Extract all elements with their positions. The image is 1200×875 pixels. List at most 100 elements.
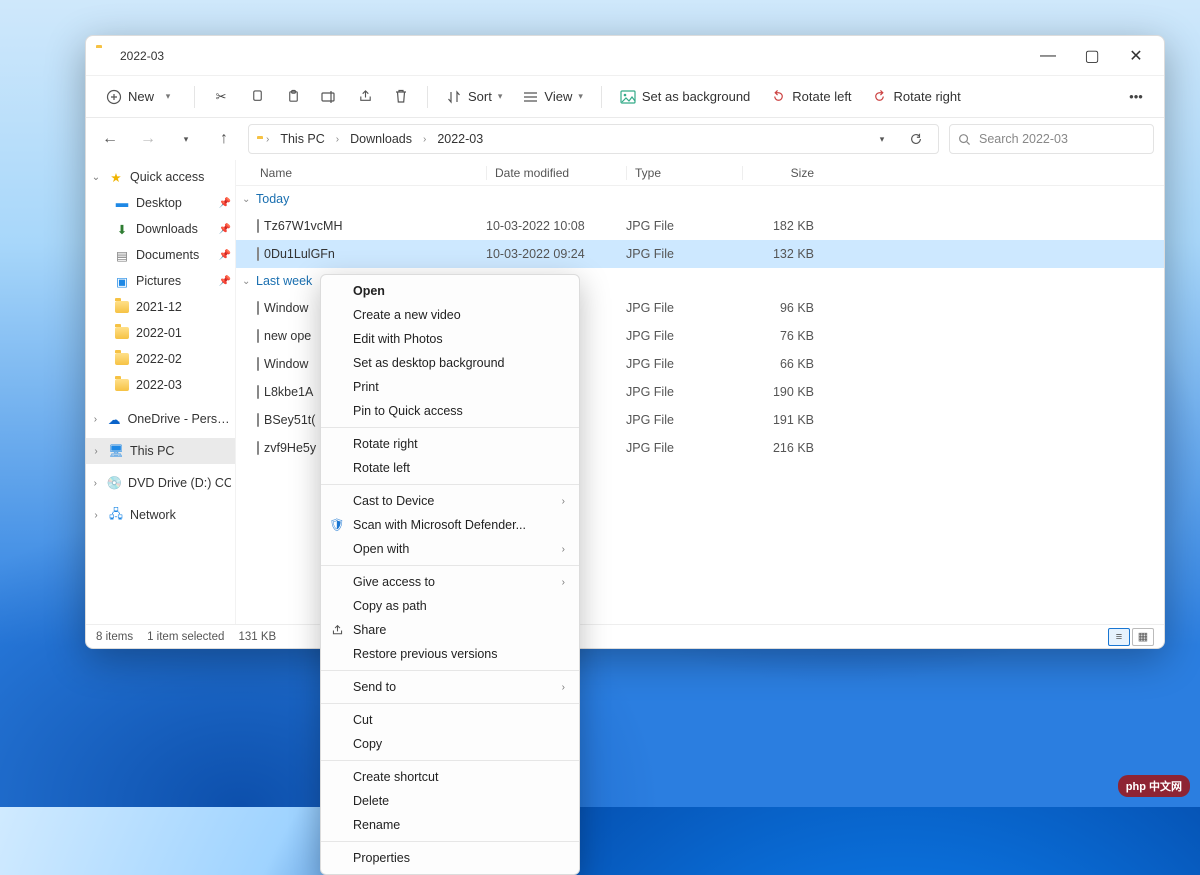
sidebar-folder-2021-12[interactable]: 2021-12 <box>86 294 235 320</box>
forward-button[interactable]: → <box>134 125 162 153</box>
rotate-left-button[interactable]: Rotate left <box>762 85 859 109</box>
share-icon <box>329 622 345 638</box>
ctx-scan-defender[interactable]: 🛡Scan with Microsoft Defender... <box>321 513 579 537</box>
sidebar-this-pc[interactable]: ›🖥This PC <box>86 438 235 464</box>
chevron-right-icon: › <box>420 134 429 145</box>
paste-button[interactable] <box>277 85 309 109</box>
set-background-button[interactable]: Set as background <box>612 85 758 109</box>
col-modified[interactable]: Date modified <box>486 166 626 180</box>
rotate-right-button[interactable]: Rotate right <box>864 85 969 109</box>
sidebar-folder-2022-01[interactable]: 2022-01 <box>86 320 235 346</box>
cloud-icon: ☁ <box>107 411 122 427</box>
ctx-send-to[interactable]: Send to› <box>321 675 579 699</box>
pin-icon: 📌 <box>219 250 231 261</box>
ctx-open-with[interactable]: Open with› <box>321 537 579 561</box>
ctx-give-access[interactable]: Give access to› <box>321 570 579 594</box>
up-button[interactable]: ↑ <box>210 125 238 153</box>
ctx-pin-quick[interactable]: Pin to Quick access <box>321 399 579 423</box>
download-icon: ⬇ <box>114 221 130 237</box>
file-row[interactable]: 0Du1LulGFn10-03-2022 09:24JPG File132 KB <box>236 240 1164 268</box>
share-icon <box>357 89 373 105</box>
cut-button[interactable]: ✂ <box>205 85 237 109</box>
ctx-set-desktop-bg[interactable]: Set as desktop background <box>321 351 579 375</box>
chevron-down-icon: ▾ <box>578 91 583 102</box>
sidebar-desktop[interactable]: ▬Desktop📌 <box>86 190 235 216</box>
chevron-right-icon: › <box>562 577 565 588</box>
folder-icon <box>114 351 130 367</box>
share-button[interactable] <box>349 85 381 109</box>
ctx-create-shortcut[interactable]: Create shortcut <box>321 765 579 789</box>
ctx-share[interactable]: Share <box>321 618 579 642</box>
sidebar-folder-2022-02[interactable]: 2022-02 <box>86 346 235 372</box>
maximize-button[interactable]: ▢ <box>1070 41 1114 71</box>
chevron-down-icon: ▾ <box>160 89 176 105</box>
ctx-print[interactable]: Print <box>321 375 579 399</box>
breadcrumb-thispc[interactable]: This PC <box>278 130 326 148</box>
recent-dropdown[interactable]: ▾ <box>172 125 200 153</box>
titlebar[interactable]: 2022-03 — ▢ ✕ <box>86 36 1164 76</box>
view-button[interactable]: View ▾ <box>514 85 590 109</box>
breadcrumb-downloads[interactable]: Downloads <box>348 130 414 148</box>
chevron-right-icon: › <box>90 446 102 457</box>
copy-icon <box>249 89 265 105</box>
col-name[interactable]: Name <box>236 166 486 180</box>
sidebar-documents[interactable]: ▤Documents📌 <box>86 242 235 268</box>
copy-button[interactable] <box>241 85 273 109</box>
chevron-right-icon: › <box>263 134 272 145</box>
ctx-cast[interactable]: Cast to Device› <box>321 489 579 513</box>
chevron-down-icon: ▾ <box>498 91 503 102</box>
col-type[interactable]: Type <box>626 166 742 180</box>
ctx-cut[interactable]: Cut <box>321 708 579 732</box>
breadcrumb-folder[interactable]: 2022-03 <box>435 130 485 148</box>
address-bar[interactable]: › This PC › Downloads › 2022-03 ▾ <box>248 124 939 154</box>
sort-button[interactable]: Sort ▾ <box>438 85 510 109</box>
nav-row: ← → ▾ ↑ › This PC › Downloads › 2022-03 … <box>86 118 1164 160</box>
folder-icon <box>96 48 112 64</box>
ctx-edit-photos[interactable]: Edit with Photos <box>321 327 579 351</box>
close-button[interactable]: ✕ <box>1114 41 1158 71</box>
shield-icon: 🛡 <box>329 517 345 533</box>
sidebar-folder-2022-03[interactable]: 2022-03 <box>86 372 235 398</box>
chevron-right-icon: › <box>562 682 565 693</box>
more-button[interactable]: ••• <box>1120 85 1152 109</box>
file-icon <box>236 219 258 233</box>
back-button[interactable]: ← <box>96 125 124 153</box>
plus-circle-icon <box>106 89 122 105</box>
ctx-restore[interactable]: Restore previous versions <box>321 642 579 666</box>
details-view-button[interactable]: ≡ <box>1108 628 1130 646</box>
thumbnails-view-button[interactable]: ▦ <box>1132 628 1154 646</box>
ctx-copy-path[interactable]: Copy as path <box>321 594 579 618</box>
status-selected: 1 item selected <box>147 631 224 643</box>
rename-button[interactable] <box>313 85 345 109</box>
delete-button[interactable] <box>385 85 417 109</box>
ctx-copy[interactable]: Copy <box>321 732 579 756</box>
ctx-rotate-right[interactable]: Rotate right <box>321 432 579 456</box>
search-box[interactable]: Search 2022-03 <box>949 124 1154 154</box>
ctx-properties[interactable]: Properties <box>321 846 579 870</box>
folder-icon <box>114 377 130 393</box>
file-row[interactable]: Tz67W1vcMH10-03-2022 10:08JPG File182 KB <box>236 212 1164 240</box>
address-dropdown[interactable]: ▾ <box>868 125 896 153</box>
ctx-rename[interactable]: Rename <box>321 813 579 837</box>
picture-icon <box>620 89 636 105</box>
minimize-button[interactable]: — <box>1026 41 1070 71</box>
sidebar-onedrive[interactable]: ›☁OneDrive - Personal <box>86 406 235 432</box>
disc-icon: 💿 <box>106 475 122 491</box>
ctx-open[interactable]: Open <box>321 279 579 303</box>
chevron-right-icon: › <box>333 134 342 145</box>
sidebar-quick-access[interactable]: ⌄ ★ Quick access <box>86 164 235 190</box>
column-headers: Name Date modified Type Size <box>236 160 1164 186</box>
ctx-delete[interactable]: Delete <box>321 789 579 813</box>
sidebar-dvd[interactable]: ›💿DVD Drive (D:) CCC( <box>86 470 235 496</box>
sidebar-network[interactable]: ›🖧Network <box>86 502 235 528</box>
sidebar-pictures[interactable]: ▣Pictures📌 <box>86 268 235 294</box>
new-button[interactable]: New ▾ <box>98 85 184 109</box>
refresh-button[interactable] <box>902 125 930 153</box>
col-size[interactable]: Size <box>742 166 822 180</box>
ctx-create-video[interactable]: Create a new video <box>321 303 579 327</box>
view-icon <box>522 89 538 105</box>
ctx-rotate-left[interactable]: Rotate left <box>321 456 579 480</box>
group-today[interactable]: ⌄Today <box>236 186 1164 212</box>
sidebar-downloads[interactable]: ⬇Downloads📌 <box>86 216 235 242</box>
pin-icon: 📌 <box>219 224 231 235</box>
